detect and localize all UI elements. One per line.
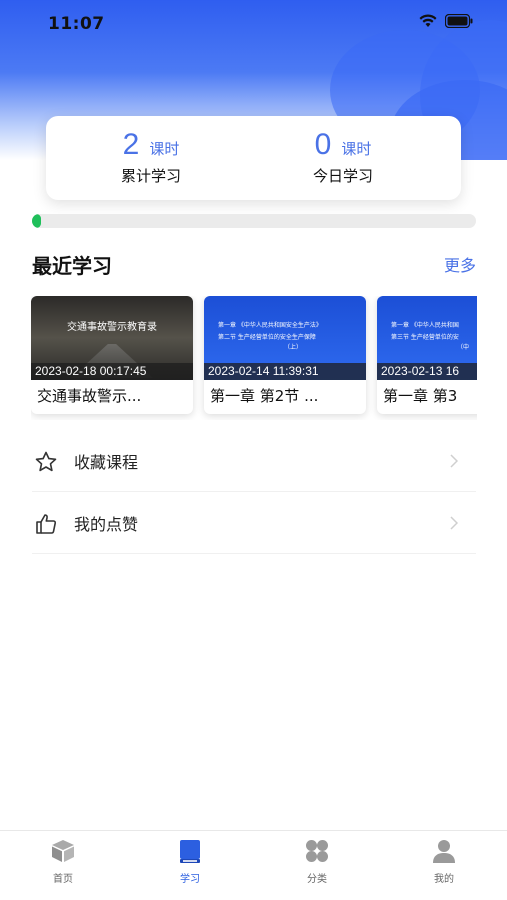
thumbnail-line: （上） xyxy=(284,344,303,351)
recent-study-title: 最近学习 xyxy=(32,254,112,278)
favorite-courses-item[interactable]: 收藏课程 xyxy=(32,430,476,492)
tab-mine[interactable]: 我的 xyxy=(404,837,484,885)
study-menu: 收藏课程 我的点赞 xyxy=(32,430,476,554)
today-study-value: 0 xyxy=(314,128,332,161)
recent-course-card[interactable]: 第一章 《中华人民共和国安全生产法》 第二节 生产经营单位的安全生产保障 （上）… xyxy=(204,296,366,414)
home-box-icon xyxy=(52,840,74,862)
status-bar: 11:07 xyxy=(0,0,507,48)
recent-course-card[interactable]: 第一章 《中华人民共和国 第三节 生产经营单位的安 （中 2023-02-13 … xyxy=(377,296,477,414)
recent-courses-carousel[interactable]: 交通事故警示教育录 2023-02-18 00:17:45 交通事故警示... … xyxy=(31,296,477,420)
today-study-unit: 课时 xyxy=(341,140,372,158)
thumbnail-line: 第一章 《中华人民共和国 xyxy=(391,322,459,329)
course-title: 第一章 第2节 ... xyxy=(210,387,319,405)
recent-course-card[interactable]: 交通事故警示教育录 2023-02-18 00:17:45 交通事故警示... xyxy=(31,296,193,414)
my-likes-label: 我的点赞 xyxy=(74,515,139,534)
study-progress-bar xyxy=(32,214,476,228)
chevron-right-icon xyxy=(450,516,458,530)
course-date: 2023-02-13 16 xyxy=(377,363,477,380)
tab-study-label: 学习 xyxy=(180,874,200,885)
thumbnail-line: 第三节 生产经营单位的安 xyxy=(391,334,459,341)
status-time: 11:07 xyxy=(48,14,105,34)
total-study-unit: 课时 xyxy=(149,140,180,158)
thumbnail-heading: 交通事故警示教育录 xyxy=(67,322,157,333)
total-study-label: 累计学习 xyxy=(120,167,181,185)
battery-icon xyxy=(445,14,473,28)
today-study-label: 今日学习 xyxy=(312,167,373,185)
my-likes-item[interactable]: 我的点赞 xyxy=(32,492,476,554)
tab-home[interactable]: 首页 xyxy=(23,837,103,885)
tab-home-label: 首页 xyxy=(53,874,73,885)
course-thumbnail: 第一章 《中华人民共和国安全生产法》 第二节 生产经营单位的安全生产保障 （上）… xyxy=(204,296,366,380)
today-study-stat[interactable]: 0 课时 今日学习 xyxy=(268,128,418,186)
course-thumbnail: 第一章 《中华人民共和国 第三节 生产经营单位的安 （中 2023-02-13 … xyxy=(377,296,477,380)
wifi-icon xyxy=(419,14,437,27)
chevron-right-icon xyxy=(450,454,458,468)
thumbnail-line: 第一章 《中华人民共和国安全生产法》 xyxy=(218,322,322,329)
course-date: 2023-02-14 11:39:31 xyxy=(204,363,366,380)
thumbs-up-icon xyxy=(36,514,57,534)
system-indicators xyxy=(419,14,473,28)
category-grid-icon xyxy=(306,840,328,862)
tab-mine-label: 我的 xyxy=(434,874,454,885)
course-title: 交通事故警示... xyxy=(37,387,142,405)
course-thumbnail: 交通事故警示教育录 2023-02-18 00:17:45 xyxy=(31,296,193,380)
course-date: 2023-02-18 00:17:45 xyxy=(31,363,193,380)
study-stats-card: 2 课时 累计学习 0 课时 今日学习 xyxy=(46,116,461,200)
tab-category[interactable]: 分类 xyxy=(277,837,357,885)
star-icon xyxy=(35,451,57,472)
favorite-courses-label: 收藏课程 xyxy=(74,453,139,472)
tab-category-label: 分类 xyxy=(307,874,327,885)
more-link[interactable]: 更多 xyxy=(444,252,476,276)
course-title: 第一章 第3 xyxy=(383,387,458,405)
total-study-stat[interactable]: 2 课时 累计学习 xyxy=(76,128,226,186)
tab-study[interactable]: 学习 xyxy=(150,837,230,885)
study-progress-fill xyxy=(32,214,41,228)
bottom-tab-bar: 首页 学习 分类 我的 xyxy=(0,830,507,900)
book-icon xyxy=(180,840,200,863)
thumbnail-line: （中 xyxy=(457,344,470,351)
recent-study-header: 最近学习 更多 xyxy=(32,250,476,278)
user-icon xyxy=(433,840,455,863)
total-study-value: 2 xyxy=(122,128,140,161)
thumbnail-line: 第二节 生产经营单位的安全生产保障 xyxy=(218,334,316,341)
